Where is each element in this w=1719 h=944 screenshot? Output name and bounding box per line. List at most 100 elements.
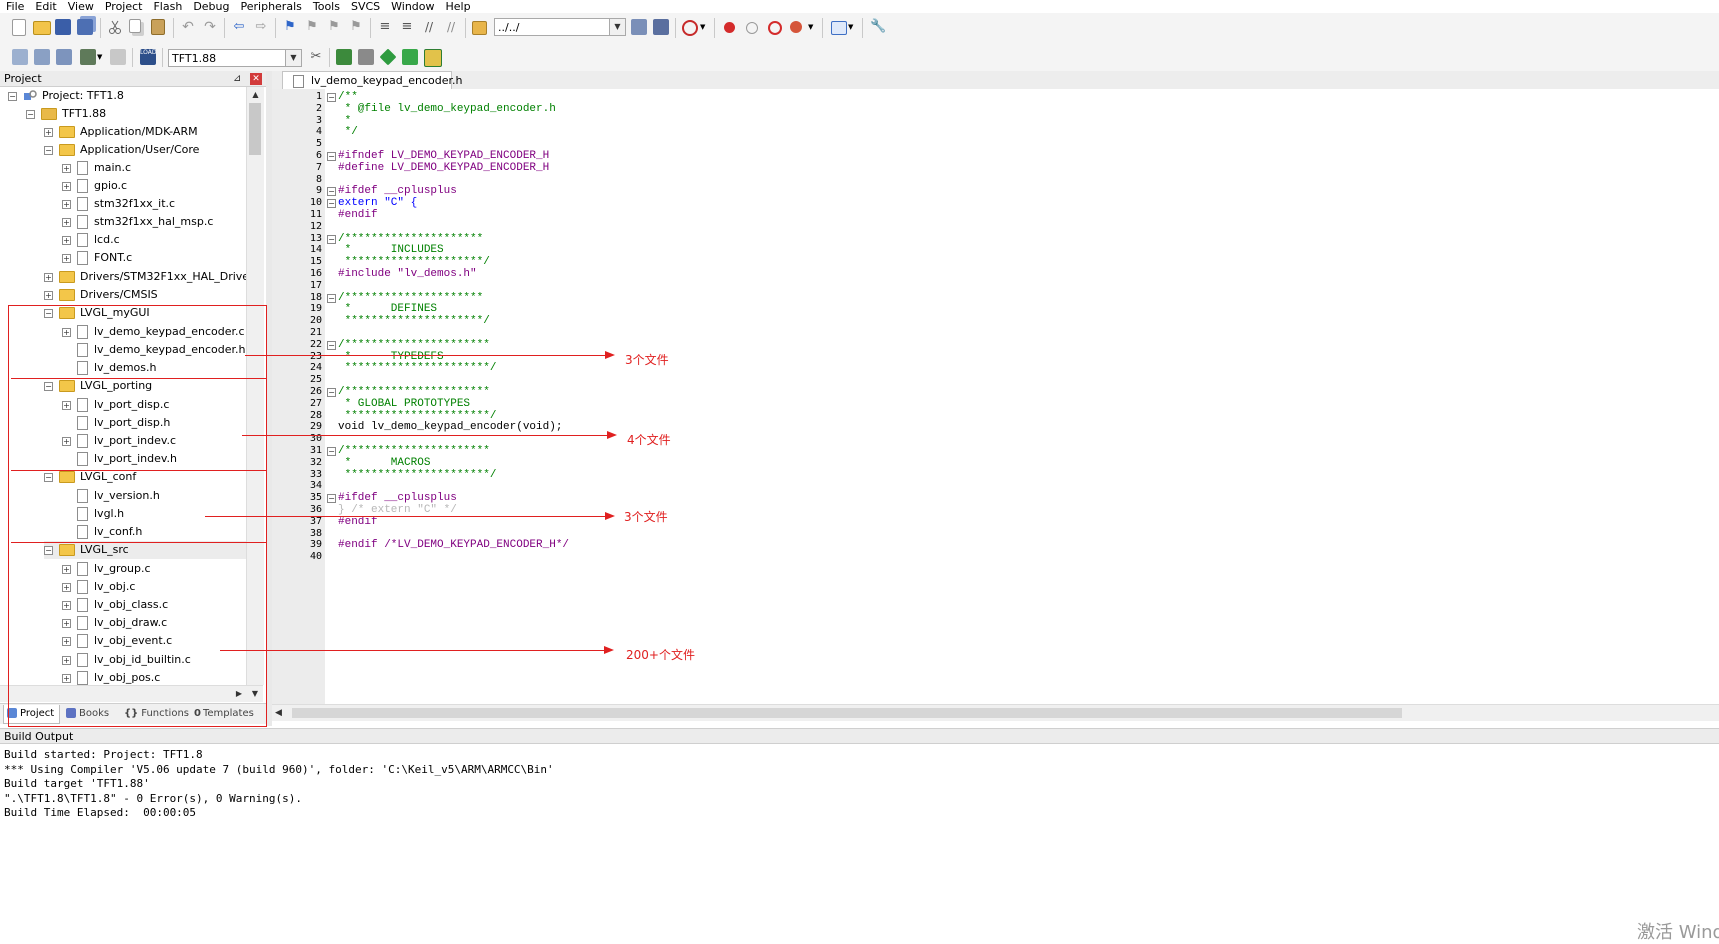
target-options-icon[interactable]: ✂	[308, 49, 324, 65]
translate-icon[interactable]	[12, 49, 28, 65]
tree-node-group[interactable]: + Drivers/STM32F1xx_HAL_Driver	[44, 268, 246, 286]
expand-icon[interactable]: +	[62, 253, 71, 263]
paste-icon[interactable]	[151, 19, 165, 35]
close-icon[interactable]: ✕	[250, 73, 262, 85]
tree-node-target[interactable]: − TFT1.88	[26, 105, 106, 123]
tree-node-file[interactable]: + main.c	[62, 159, 131, 177]
disable-breakpoint-icon[interactable]	[746, 22, 758, 34]
menu-view[interactable]: View	[62, 1, 99, 13]
scroll-up-icon[interactable]: ▲	[247, 87, 264, 102]
expand-icon[interactable]: +	[62, 163, 71, 173]
nav-back-icon[interactable]: ⇦	[231, 19, 247, 35]
fold-icon[interactable]: −	[327, 494, 336, 504]
menu-svcs[interactable]: SVCS	[345, 1, 385, 13]
device-database-icon[interactable]	[424, 49, 442, 67]
fold-icon[interactable]: −	[327, 199, 336, 209]
chevron-down-icon[interactable]: ▼	[285, 50, 301, 66]
save-all-icon[interactable]	[77, 19, 93, 35]
target-select[interactable]: TFT1.88 ▼	[168, 49, 302, 67]
menu-flash[interactable]: Flash	[147, 1, 187, 13]
incremental-find-icon[interactable]	[653, 19, 669, 35]
collapse-icon[interactable]: −	[26, 109, 35, 119]
menu-file[interactable]: File	[0, 1, 29, 13]
expand-icon[interactable]: +	[44, 272, 53, 282]
chevron-down-icon[interactable]: ▼	[97, 49, 105, 65]
fold-icon[interactable]: −	[327, 234, 336, 244]
tree-node-file[interactable]: + stm32f1xx_it.c	[62, 195, 175, 213]
clear-bookmarks-icon[interactable]: ⚑	[348, 19, 364, 35]
build-icon[interactable]	[34, 49, 50, 65]
tree-node-file[interactable]: + lcd.c	[62, 231, 120, 249]
tree-node-file[interactable]: + gpio.c	[62, 177, 127, 195]
menu-tools[interactable]: Tools	[307, 1, 345, 13]
indent-icon[interactable]: ≡	[377, 19, 393, 35]
menu-peripherals[interactable]: Peripherals	[235, 1, 307, 13]
expand-icon[interactable]: +	[44, 290, 53, 300]
tree-node-file[interactable]: + FONT.c	[62, 249, 132, 267]
menu-project[interactable]: Project	[99, 1, 148, 13]
code-editor[interactable]: 1−/** 2 * @file lv_demo_keypad_encoder.h 3…	[272, 89, 1719, 704]
undo-icon[interactable]: ↶	[180, 19, 196, 35]
menu-window[interactable]: Window	[385, 1, 439, 13]
breakpoint-icon[interactable]	[724, 22, 735, 33]
menu-edit[interactable]: Edit	[29, 1, 61, 13]
scroll-thumb[interactable]	[249, 103, 261, 155]
prev-bookmark-icon[interactable]: ⚑	[304, 19, 320, 35]
tree-node-file[interactable]: + stm32f1xx_hal_msp.c	[62, 213, 213, 231]
tree-node-group[interactable]: − Application/User/Core	[44, 141, 199, 159]
nav-forward-icon[interactable]: ⇨	[253, 19, 269, 35]
chevron-down-icon[interactable]: ▼	[808, 19, 816, 35]
editor-tab-active[interactable]: lv_demo_keypad_encoder.h	[282, 71, 462, 89]
build-output-pane[interactable]: Build started: Project: TFT1.8 *** Using…	[0, 745, 1719, 937]
redo-icon[interactable]: ↷	[202, 19, 218, 35]
menu-debug[interactable]: Debug	[187, 1, 234, 13]
fold-icon[interactable]: −	[327, 152, 336, 161]
cut-icon[interactable]	[107, 19, 123, 35]
chevron-down-icon[interactable]: ▼	[609, 19, 625, 35]
fold-icon[interactable]: −	[327, 93, 336, 102]
debug-start-icon[interactable]	[682, 20, 698, 36]
select-packs-icon[interactable]	[358, 49, 374, 65]
kill-breakpoints-icon[interactable]	[790, 21, 802, 33]
pack-installer-icon[interactable]	[379, 48, 397, 66]
fold-icon[interactable]: −	[327, 447, 336, 456]
bookmark-icon[interactable]: ⚑	[282, 19, 298, 35]
find-combo[interactable]: ../../ ▼	[494, 18, 626, 36]
batch-build-icon[interactable]	[80, 49, 96, 65]
next-bookmark-icon[interactable]: ⚑	[326, 19, 342, 35]
pin-icon[interactable]: ⊿	[233, 72, 241, 86]
expand-icon[interactable]: +	[62, 217, 71, 227]
menu-help[interactable]: Help	[440, 1, 476, 13]
collapse-icon[interactable]: −	[8, 91, 17, 101]
find-icon[interactable]	[631, 19, 647, 35]
window-layout-icon[interactable]	[831, 21, 847, 35]
fold-icon[interactable]: −	[327, 187, 336, 197]
tree-node-project[interactable]: − Project: TFT1.8	[8, 87, 124, 105]
find-in-files-icon[interactable]	[472, 21, 487, 35]
fold-icon[interactable]: −	[327, 293, 336, 303]
new-file-icon[interactable]	[12, 19, 26, 36]
expand-icon[interactable]: +	[62, 235, 71, 245]
open-file-icon[interactable]	[33, 21, 51, 35]
chevron-down-icon[interactable]: ▼	[848, 19, 856, 35]
fold-icon[interactable]: −	[327, 340, 336, 350]
scroll-left-icon[interactable]: ◀	[275, 705, 282, 721]
expand-icon[interactable]: +	[62, 199, 71, 209]
editor-horizontal-scrollbar[interactable]: ◀	[272, 704, 1719, 721]
expand-icon[interactable]: +	[44, 127, 53, 137]
fold-icon[interactable]: −	[327, 388, 336, 397]
scroll-thumb[interactable]	[292, 708, 1402, 718]
runtime-env-icon[interactable]	[402, 49, 418, 65]
copy-icon[interactable]	[129, 19, 141, 33]
chevron-down-icon[interactable]: ▼	[700, 19, 708, 35]
expand-icon[interactable]: +	[62, 181, 71, 191]
save-icon[interactable]	[55, 19, 71, 35]
collapse-icon[interactable]: −	[44, 145, 53, 155]
comment-icon[interactable]: //	[421, 19, 437, 35]
tree-node-group[interactable]: + Drivers/CMSIS	[44, 286, 158, 304]
manage-components-icon[interactable]	[336, 49, 352, 65]
breakpoint-outline-icon[interactable]	[768, 21, 782, 35]
configure-icon[interactable]: 🔧	[870, 19, 886, 35]
rebuild-icon[interactable]	[56, 49, 72, 65]
tree-node-group[interactable]: + Application/MDK-ARM	[44, 123, 198, 141]
